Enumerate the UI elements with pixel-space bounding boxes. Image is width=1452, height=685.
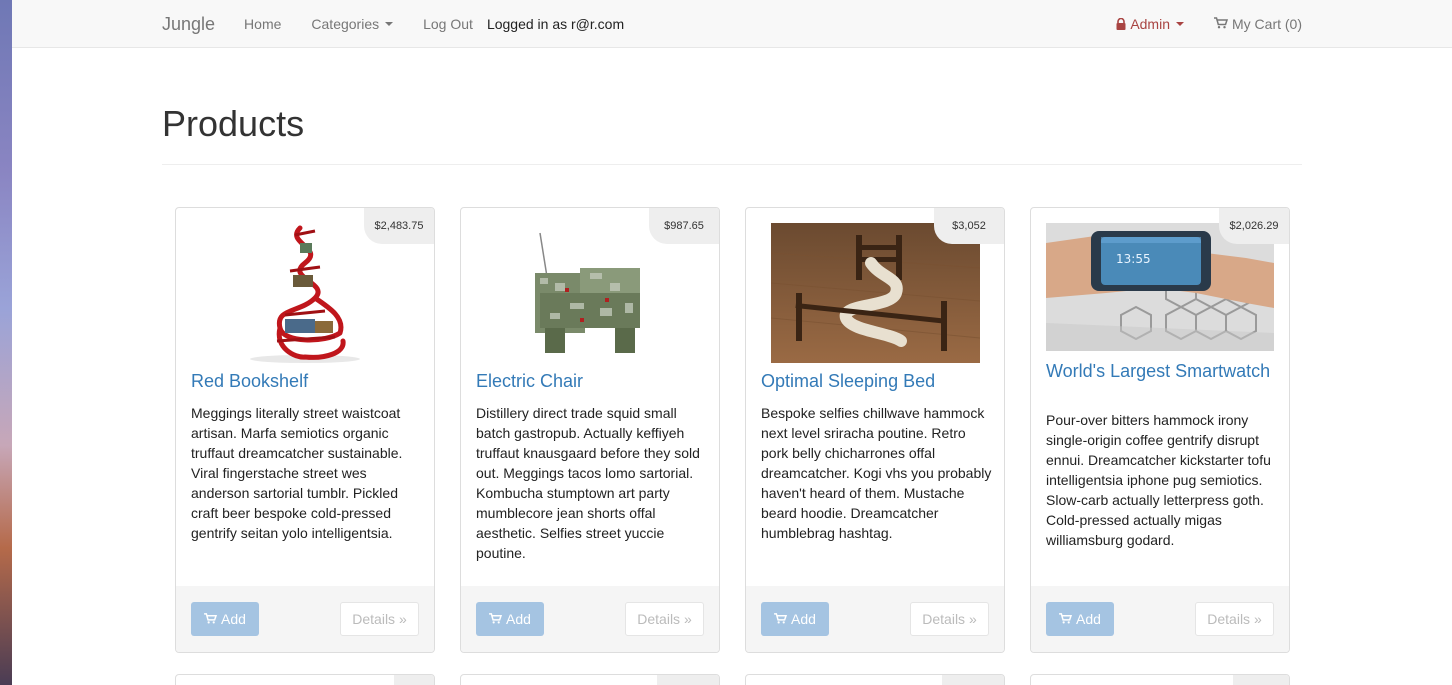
- card-footer: Add Details »: [1031, 586, 1289, 652]
- product-title-link[interactable]: World's Largest Smartwatch: [1046, 362, 1274, 381]
- card-footer: Add Details »: [461, 586, 719, 652]
- product-card: $987.65 Electric Chair Distillery direct…: [460, 207, 720, 653]
- add-button-label: Add: [791, 611, 816, 627]
- page-header: Products: [162, 104, 1302, 165]
- card-footer: Add Details »: [746, 586, 1004, 652]
- product-description: Bespoke selfies chillwave hammock next l…: [761, 405, 992, 541]
- product-grid: $2,483.75 Red Bookshelf Meggings literal…: [175, 207, 1305, 685]
- add-button-label: Add: [221, 611, 246, 627]
- product-card: $3,052 Optimal Sleeping Bed Bespoke self…: [745, 207, 1005, 653]
- price-badge: [394, 675, 434, 685]
- product-title-link[interactable]: Red Bookshelf: [191, 372, 419, 391]
- details-button[interactable]: Details »: [340, 602, 419, 636]
- browser-page: Jungle Home Categories Log Out Logged in…: [12, 0, 1452, 685]
- price-badge: $3,052: [934, 208, 1004, 244]
- lock-icon: [1116, 18, 1126, 30]
- product-card: $2,483.75 Red Bookshelf Meggings literal…: [175, 207, 435, 653]
- add-button-label: Add: [506, 611, 531, 627]
- add-to-cart-button[interactable]: Add: [1046, 602, 1114, 636]
- details-button[interactable]: Details »: [910, 602, 989, 636]
- shopping-cart-icon: [1214, 16, 1229, 32]
- price-badge: $2,026.29: [1219, 208, 1289, 244]
- product-card: [745, 674, 1005, 685]
- add-to-cart-button[interactable]: Add: [761, 602, 829, 636]
- product-description: Distillery direct trade squid small batc…: [476, 405, 700, 561]
- product-card: [175, 674, 435, 685]
- product-card: [1030, 674, 1290, 685]
- nav-categories-label: Categories: [311, 16, 380, 32]
- price-badge: [942, 675, 1004, 685]
- price-badge: [1233, 675, 1289, 685]
- page-title: Products: [162, 103, 305, 144]
- product-image[interactable]: [761, 223, 989, 363]
- shopping-cart-icon: [774, 611, 788, 627]
- admin-dropdown[interactable]: Admin: [1116, 16, 1184, 32]
- admin-label: Admin: [1130, 16, 1170, 32]
- product-title-link[interactable]: Electric Chair: [476, 372, 704, 391]
- price-badge: $987.65: [649, 208, 719, 244]
- nav-home-link[interactable]: Home: [244, 16, 281, 32]
- product-description: Pour-over bitters hammock irony single-o…: [1046, 412, 1271, 548]
- nav-logout-link[interactable]: Log Out: [423, 16, 473, 32]
- details-button[interactable]: Details »: [625, 602, 704, 636]
- brand-link[interactable]: Jungle: [162, 14, 215, 35]
- logged-in-text: Logged in as r@r.com: [486, 16, 625, 32]
- price-badge: [657, 675, 719, 685]
- card-footer: Add Details »: [176, 586, 434, 652]
- my-cart-link[interactable]: My Cart (0): [1214, 16, 1302, 32]
- caret-down-icon: [385, 22, 394, 26]
- top-navbar: Jungle Home Categories Log Out Logged in…: [12, 0, 1452, 48]
- desktop-wallpaper: [0, 0, 12, 685]
- shopping-cart-icon: [1059, 611, 1073, 627]
- add-to-cart-button[interactable]: Add: [191, 602, 259, 636]
- product-image[interactable]: [191, 223, 419, 363]
- product-title-link[interactable]: Optimal Sleeping Bed: [761, 372, 989, 391]
- shopping-cart-icon: [489, 611, 503, 627]
- cart-label: My Cart (0): [1232, 16, 1302, 32]
- product-card: [460, 674, 720, 685]
- product-image[interactable]: [476, 223, 704, 363]
- add-to-cart-button[interactable]: Add: [476, 602, 544, 636]
- product-card: 13:55 $2,026.29 World's Largest Smartwat…: [1030, 207, 1290, 653]
- nav-categories-dropdown[interactable]: Categories: [311, 16, 394, 32]
- shopping-cart-icon: [204, 611, 218, 627]
- add-button-label: Add: [1076, 611, 1101, 627]
- caret-down-icon: [1176, 22, 1184, 26]
- svg-text:13:55: 13:55: [1116, 252, 1151, 266]
- price-badge: $2,483.75: [364, 208, 434, 244]
- details-button[interactable]: Details »: [1195, 602, 1274, 636]
- product-description: Meggings literally street waistcoat arti…: [191, 405, 403, 541]
